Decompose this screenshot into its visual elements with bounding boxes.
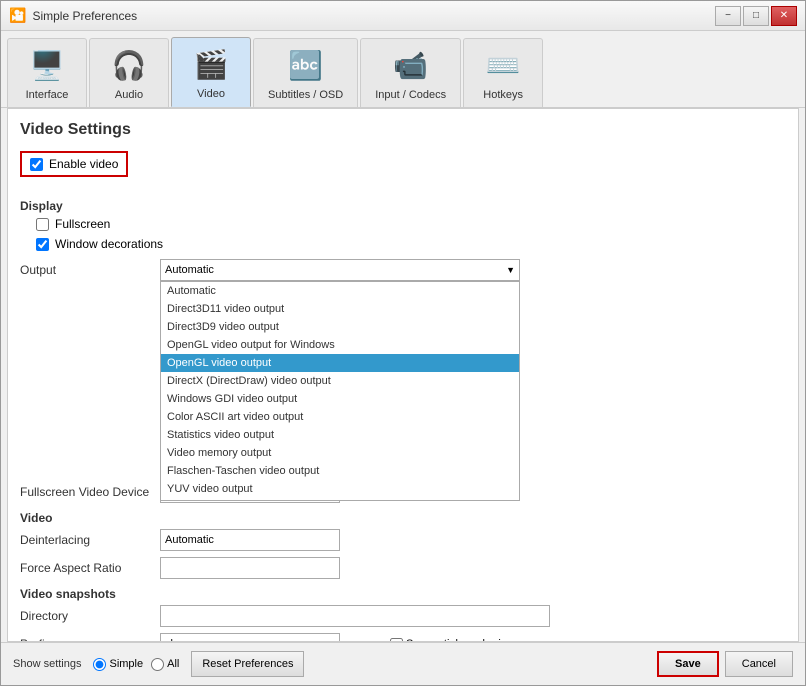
vlc-logo-icon: 🎦 — [9, 7, 26, 24]
tab-audio-label: Audio — [115, 89, 143, 101]
directory-input[interactable] — [160, 605, 550, 627]
output-dropdown-wrapper: Automatic ▼ Automatic Direct3D11 video o… — [160, 259, 520, 281]
display-label: Display — [20, 199, 786, 213]
dropdown-item[interactable]: Video memory output — [161, 444, 519, 462]
dropdown-item[interactable]: Color ASCII art video output — [161, 408, 519, 426]
aspect-ratio-row: Force Aspect Ratio — [20, 557, 786, 579]
deinterlacing-input[interactable] — [160, 529, 340, 551]
hotkeys-icon: ⌨️ — [483, 45, 523, 85]
content-area: Video Settings Enable video Display Full… — [7, 108, 799, 642]
snapshots-label: Video snapshots — [20, 587, 786, 601]
directory-row: Directory — [20, 605, 786, 627]
deinterlacing-row: Deinterlacing — [20, 529, 786, 551]
dropdown-item[interactable]: Automatic — [161, 282, 519, 300]
radio-group: Simple All — [93, 658, 179, 671]
fullscreen-device-label: Fullscreen Video Device — [20, 485, 160, 499]
dropdown-item[interactable]: Dummy video output — [161, 498, 519, 501]
tab-video[interactable]: 🎬 Video — [171, 37, 251, 107]
tab-input-label: Input / Codecs — [375, 89, 446, 101]
tab-hotkeys[interactable]: ⌨️ Hotkeys — [463, 38, 543, 107]
window-deco-row: Window decorations — [36, 237, 786, 251]
enable-video-label[interactable]: Enable video — [49, 157, 118, 171]
video-sublabel: Video — [20, 511, 786, 525]
tab-interface-label: Interface — [26, 89, 69, 101]
simple-label: Simple — [109, 658, 143, 670]
dropdown-item-selected[interactable]: OpenGL video output — [161, 354, 519, 372]
prefix-row: Prefix Sequential numbering — [20, 633, 786, 642]
section-title: Video Settings — [20, 121, 786, 139]
dropdown-item[interactable]: Flaschen-Taschen video output — [161, 462, 519, 480]
window-title: Simple Preferences — [32, 9, 137, 23]
dropdown-item[interactable]: DirectX (DirectDraw) video output — [161, 372, 519, 390]
dropdown-item[interactable]: Statistics video output — [161, 426, 519, 444]
tab-subtitles[interactable]: 🔤 Subtitles / OSD — [253, 38, 358, 107]
fullscreen-row: Fullscreen — [36, 217, 786, 231]
sequential-label[interactable]: Sequential numbering — [406, 638, 513, 642]
save-button[interactable]: Save — [657, 651, 719, 677]
subtitles-icon: 🔤 — [286, 45, 326, 85]
show-settings-label: Show settings — [13, 658, 81, 670]
dropdown-item[interactable]: Direct3D11 video output — [161, 300, 519, 318]
window-decorations-checkbox[interactable] — [36, 238, 49, 251]
title-bar: 🎦 Simple Preferences − □ ✕ — [1, 1, 805, 31]
audio-icon: 🎧 — [109, 45, 149, 85]
directory-label: Directory — [20, 609, 160, 623]
tab-input[interactable]: 📹 Input / Codecs — [360, 38, 461, 107]
tabs-area: 🖥️ Interface 🎧 Audio 🎬 Video 🔤 Subtitles… — [1, 31, 805, 108]
title-left: 🎦 Simple Preferences — [9, 7, 137, 24]
fullscreen-label[interactable]: Fullscreen — [55, 217, 110, 231]
prefix-label: Prefix — [20, 637, 160, 642]
dropdown-arrow-icon: ▼ — [506, 265, 515, 275]
simple-radio-label[interactable]: Simple — [93, 658, 143, 671]
prefix-input[interactable] — [160, 633, 340, 642]
fullscreen-checkbox[interactable] — [36, 218, 49, 231]
aspect-ratio-input[interactable] — [160, 557, 340, 579]
enable-video-checkbox[interactable] — [30, 158, 43, 171]
title-controls: − □ ✕ — [715, 6, 797, 26]
tab-video-label: Video — [197, 88, 225, 100]
minimize-button[interactable]: − — [715, 6, 741, 26]
deinterlacing-label: Deinterlacing — [20, 533, 160, 547]
aspect-ratio-label: Force Aspect Ratio — [20, 561, 160, 575]
output-value: Automatic — [165, 264, 214, 276]
all-radio-label[interactable]: All — [151, 658, 179, 671]
reset-button[interactable]: Reset Preferences — [191, 651, 304, 677]
tab-hotkeys-label: Hotkeys — [483, 89, 523, 101]
dropdown-item[interactable]: YUV video output — [161, 480, 519, 498]
input-icon: 📹 — [391, 45, 431, 85]
dropdown-item[interactable]: Windows GDI video output — [161, 390, 519, 408]
video-icon: 🎬 — [191, 44, 231, 84]
sequential-checkbox[interactable] — [390, 638, 403, 643]
close-button[interactable]: ✕ — [771, 6, 797, 26]
dropdown-item[interactable]: Direct3D9 video output — [161, 318, 519, 336]
tab-interface[interactable]: 🖥️ Interface — [7, 38, 87, 107]
enable-video-row: Enable video — [20, 151, 128, 177]
main-window: 🎦 Simple Preferences − □ ✕ 🖥️ Interface … — [0, 0, 806, 686]
bottom-left: Show settings Simple All Reset Preferenc… — [13, 651, 304, 677]
all-radio[interactable] — [151, 658, 164, 671]
window-decorations-label[interactable]: Window decorations — [55, 237, 163, 251]
tab-audio[interactable]: 🎧 Audio — [89, 38, 169, 107]
output-row: Output Automatic ▼ Automatic Direct3D11 … — [20, 259, 786, 281]
output-dropdown-list[interactable]: Automatic Direct3D11 video output Direct… — [160, 281, 520, 501]
bottom-right: Save Cancel — [657, 651, 793, 677]
maximize-button[interactable]: □ — [743, 6, 769, 26]
all-label: All — [167, 658, 179, 670]
tab-subtitles-label: Subtitles / OSD — [268, 89, 343, 101]
simple-radio[interactable] — [93, 658, 106, 671]
dropdown-item[interactable]: OpenGL video output for Windows — [161, 336, 519, 354]
output-label: Output — [20, 263, 160, 277]
cancel-button[interactable]: Cancel — [725, 651, 793, 677]
output-dropdown[interactable]: Automatic ▼ — [160, 259, 520, 281]
interface-icon: 🖥️ — [27, 45, 67, 85]
bottom-bar: Show settings Simple All Reset Preferenc… — [1, 642, 805, 685]
